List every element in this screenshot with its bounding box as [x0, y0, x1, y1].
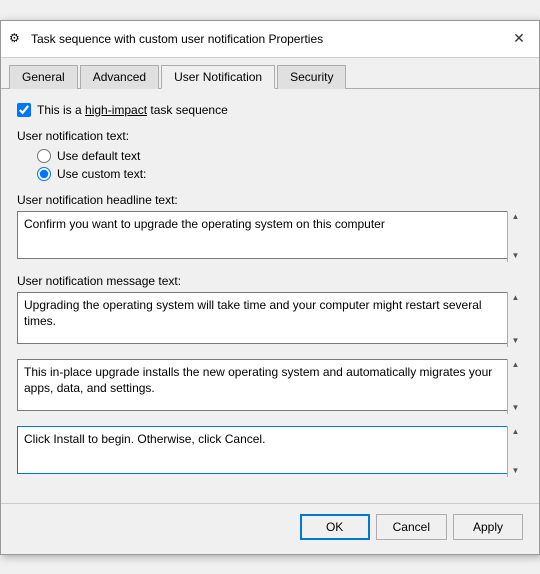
headline-textarea[interactable]: Confirm you want to upgrade the operatin… — [17, 211, 523, 259]
scroll-up-arrow[interactable]: ▲ — [512, 213, 520, 221]
tab-general[interactable]: General — [9, 65, 78, 89]
message-label: User notification message text: — [17, 274, 523, 288]
radio-custom-row: Use custom text: — [37, 167, 523, 181]
message1-scrollbar[interactable]: ▲ ▼ — [507, 292, 523, 347]
window-icon: ⚙ — [9, 31, 25, 47]
ok-button[interactable]: OK — [300, 514, 370, 540]
scroll-up-arrow[interactable]: ▲ — [512, 294, 520, 302]
scroll-down-arrow[interactable]: ▼ — [512, 252, 520, 260]
radio-custom[interactable] — [37, 167, 51, 181]
message3-textarea[interactable]: Click Install to begin. Otherwise, click… — [17, 426, 523, 474]
headline-scrollbar[interactable]: ▲ ▼ — [507, 211, 523, 262]
high-impact-row: This is a high-impact task sequence — [17, 103, 523, 117]
message3-scrollbar[interactable]: ▲ ▼ — [507, 426, 523, 477]
title-bar-left: ⚙ Task sequence with custom user notific… — [9, 31, 323, 47]
radio-group: Use default text Use custom text: — [37, 149, 523, 181]
scroll-down-arrow[interactable]: ▼ — [512, 467, 520, 475]
notification-text-label: User notification text: — [17, 129, 523, 143]
message2-textarea[interactable]: This in-place upgrade installs the new o… — [17, 359, 523, 411]
properties-window: ⚙ Task sequence with custom user notific… — [0, 20, 540, 555]
high-impact-label: This is a high-impact task sequence — [37, 103, 228, 117]
message2-wrapper: This in-place upgrade installs the new o… — [17, 359, 523, 414]
tab-user-notification[interactable]: User Notification — [161, 65, 275, 89]
window-title: Task sequence with custom user notificat… — [31, 32, 323, 46]
radio-default-row: Use default text — [37, 149, 523, 163]
scroll-down-arrow[interactable]: ▼ — [512, 404, 520, 412]
message1-wrapper: Upgrading the operating system will take… — [17, 292, 523, 347]
close-button[interactable]: ✕ — [507, 27, 531, 51]
scroll-up-arrow[interactable]: ▲ — [512, 361, 520, 369]
message2-scrollbar[interactable]: ▲ ▼ — [507, 359, 523, 414]
tab-content: This is a high-impact task sequence User… — [1, 89, 539, 503]
cancel-button[interactable]: Cancel — [376, 514, 447, 540]
headline-wrapper: Confirm you want to upgrade the operatin… — [17, 211, 523, 262]
radio-custom-label: Use custom text: — [57, 167, 146, 181]
high-impact-checkbox[interactable] — [17, 103, 31, 117]
scroll-up-arrow[interactable]: ▲ — [512, 428, 520, 436]
tab-security[interactable]: Security — [277, 65, 346, 89]
message3-wrapper: Click Install to begin. Otherwise, click… — [17, 426, 523, 477]
footer: OK Cancel Apply — [1, 503, 539, 554]
radio-default[interactable] — [37, 149, 51, 163]
scroll-down-arrow[interactable]: ▼ — [512, 337, 520, 345]
headline-label: User notification headline text: — [17, 193, 523, 207]
message1-textarea[interactable]: Upgrading the operating system will take… — [17, 292, 523, 344]
title-bar: ⚙ Task sequence with custom user notific… — [1, 21, 539, 58]
radio-default-label: Use default text — [57, 149, 140, 163]
apply-button[interactable]: Apply — [453, 514, 523, 540]
tab-bar: General Advanced User Notification Secur… — [1, 58, 539, 89]
high-impact-underline: high-impact — [85, 103, 147, 117]
tab-advanced[interactable]: Advanced — [80, 65, 159, 89]
